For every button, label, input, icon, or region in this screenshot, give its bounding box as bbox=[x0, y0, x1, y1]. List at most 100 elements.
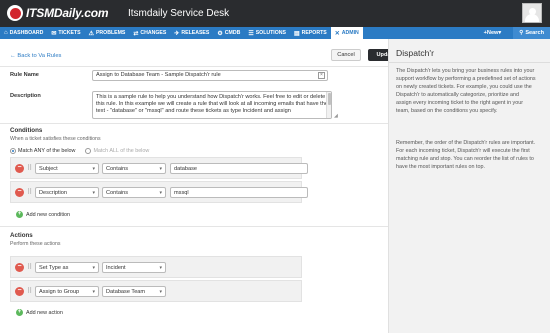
action-value: Incident bbox=[106, 264, 126, 271]
action-row: − ⠿ Set Type as ▾ Incident ▾ bbox=[10, 256, 302, 278]
match-any-radio[interactable] bbox=[10, 148, 16, 154]
nav-admin[interactable]: ✕ ADMIN bbox=[330, 27, 363, 39]
resize-handle-icon[interactable]: ◢ bbox=[334, 113, 338, 119]
help-sidebar: Dispatch'r The Dispatch'r lets you bring… bbox=[388, 39, 550, 333]
add-condition-button[interactable]: + Add new condition bbox=[16, 211, 70, 218]
match-any-option[interactable]: Match ANY of the below bbox=[10, 148, 75, 154]
search-label: Search bbox=[525, 30, 544, 36]
action-value-select[interactable]: Database Team ▾ bbox=[102, 286, 166, 297]
remove-action-icon[interactable]: − bbox=[15, 263, 24, 272]
search-icon: ⚲ bbox=[519, 30, 524, 36]
nav-reports[interactable]: ▤ REPORTS bbox=[290, 27, 331, 39]
condition-operator-select[interactable]: Contains ▾ bbox=[102, 187, 166, 198]
match-all-label: Match ALL of the below bbox=[93, 148, 150, 154]
dashboard-icon: ⌂ bbox=[4, 30, 8, 36]
clear-icon[interactable]: × bbox=[318, 72, 325, 79]
conditions-title: Conditions bbox=[10, 127, 43, 134]
chevron-down-icon: ▾ bbox=[92, 289, 95, 295]
nav-dashboard[interactable]: ⌂ DASHBOARD bbox=[0, 27, 47, 39]
nav-solutions-label: SOLUTIONS bbox=[255, 30, 286, 36]
nav-releases-label: RELEASES bbox=[181, 30, 210, 36]
add-icon: + bbox=[16, 309, 23, 316]
top-header: ITSMDaily.com Itsmdaily Service Desk bbox=[0, 0, 550, 27]
avatar-body bbox=[525, 14, 539, 22]
nav-cmdb-label: CMDB bbox=[224, 30, 241, 36]
nav-dashboard-label: DASHBOARD bbox=[9, 30, 44, 36]
main-nav: ⌂ DASHBOARD ✉ TICKETS ⚠ PROBLEMS ⇄ CHANGES ✈… bbox=[0, 27, 550, 39]
nav-tickets[interactable]: ✉ TICKETS bbox=[47, 27, 84, 39]
sidebar-paragraph: The Dispatch'r lets you bring your busin… bbox=[396, 68, 536, 114]
remove-condition-icon[interactable]: − bbox=[15, 164, 24, 173]
match-options: Match ANY of the below Match ALL of the … bbox=[10, 148, 159, 154]
chevron-down-icon: ▾ bbox=[92, 265, 95, 271]
problems-icon: ⚠ bbox=[88, 30, 94, 37]
nav-reports-label: REPORTS bbox=[301, 30, 327, 36]
drag-handle-icon[interactable]: ⠿ bbox=[27, 287, 32, 296]
action-type-value: Assign to Group bbox=[39, 288, 80, 295]
divider bbox=[0, 66, 388, 67]
actions-subtitle: Perform these actions bbox=[10, 241, 61, 247]
rule-name-value: Assign to Database Team - Sample Dispatc… bbox=[96, 72, 221, 78]
action-value-select[interactable]: Incident ▾ bbox=[102, 262, 166, 273]
drag-handle-icon[interactable]: ⠿ bbox=[27, 263, 32, 272]
chevron-down-icon: ▾ bbox=[159, 166, 162, 172]
app-title: Itsmdaily Service Desk bbox=[128, 8, 230, 19]
nav-right: +New▾ ⚲ Search bbox=[484, 27, 550, 39]
chevron-down-icon: ▾ bbox=[159, 289, 162, 295]
condition-field-value: Description bbox=[39, 189, 67, 196]
action-type-select[interactable]: Set Type as ▾ bbox=[35, 262, 99, 273]
chevron-down-icon: ▾ bbox=[92, 166, 95, 172]
reports-icon: ▤ bbox=[293, 30, 300, 37]
action-row: − ⠿ Assign to Group ▾ Database Team ▾ bbox=[10, 280, 302, 302]
drag-handle-icon[interactable]: ⠿ bbox=[27, 188, 32, 197]
nav-cmdb[interactable]: ⚙ CMDB bbox=[213, 27, 244, 39]
actions-title: Actions bbox=[10, 232, 33, 239]
condition-field-select[interactable]: Description ▾ bbox=[35, 187, 99, 198]
rule-name-input[interactable]: Assign to Database Team - Sample Dispatc… bbox=[92, 70, 328, 81]
search-button[interactable]: ⚲ Search bbox=[513, 27, 550, 39]
condition-field-value: Subject bbox=[39, 165, 58, 172]
logo-mark-icon bbox=[7, 5, 23, 21]
drag-handle-icon[interactable]: ⠿ bbox=[27, 164, 32, 173]
avatar-head bbox=[529, 8, 536, 15]
match-all-radio[interactable] bbox=[85, 148, 92, 154]
add-action-button[interactable]: + Add new action bbox=[16, 309, 63, 316]
condition-value: database bbox=[174, 165, 198, 172]
nav-problems[interactable]: ⚠ PROBLEMS bbox=[85, 27, 130, 39]
sidebar-divider bbox=[389, 62, 550, 63]
condition-value: mssql bbox=[174, 189, 189, 196]
rule-name-label: Rule Name bbox=[10, 72, 39, 78]
add-condition-label: Add new condition bbox=[26, 211, 71, 218]
nav-solutions[interactable]: ☰ SOLUTIONS bbox=[244, 27, 290, 39]
add-action-label: Add new action bbox=[26, 309, 63, 316]
logo[interactable]: ITSMDaily.com bbox=[7, 5, 109, 21]
match-all-option[interactable]: Match ALL of the below bbox=[85, 148, 149, 154]
releases-icon: ✈ bbox=[174, 30, 180, 37]
changes-icon: ⇄ bbox=[133, 30, 139, 37]
remove-condition-icon[interactable]: − bbox=[15, 188, 24, 197]
main-content: ← Back to Va Rules Cancel Update Rule Na… bbox=[0, 39, 404, 333]
condition-value-input[interactable]: mssql bbox=[170, 187, 308, 198]
nav-changes-label: CHANGES bbox=[140, 30, 167, 36]
condition-operator-select[interactable]: Contains ▾ bbox=[102, 163, 166, 174]
chevron-down-icon: ▾ bbox=[159, 190, 162, 196]
remove-action-icon[interactable]: − bbox=[15, 287, 24, 296]
cancel-button[interactable]: Cancel bbox=[331, 49, 361, 61]
condition-row: − ⠿ Description ▾ Contains ▾ mssql bbox=[10, 181, 308, 203]
cmdb-icon: ⚙ bbox=[217, 30, 223, 37]
divider bbox=[0, 226, 388, 227]
description-value: This is a sample rule to help you unders… bbox=[96, 94, 328, 114]
condition-value-input[interactable]: database bbox=[170, 163, 308, 174]
action-type-select[interactable]: Assign to Group ▾ bbox=[35, 286, 99, 297]
match-any-label: Match ANY of the below bbox=[18, 148, 76, 154]
action-type-value: Set Type as bbox=[39, 264, 69, 271]
back-to-rules-link[interactable]: ← Back to Va Rules bbox=[10, 53, 61, 59]
new-button[interactable]: +New▾ bbox=[484, 30, 502, 36]
avatar[interactable] bbox=[522, 3, 542, 23]
description-scrollbar[interactable] bbox=[326, 92, 331, 118]
nav-changes[interactable]: ⇄ CHANGES bbox=[129, 27, 170, 39]
nav-admin-label: ADMIN bbox=[341, 30, 359, 36]
description-textarea[interactable]: This is a sample rule to help you unders… bbox=[92, 91, 332, 119]
condition-field-select[interactable]: Subject ▾ bbox=[35, 163, 99, 174]
nav-releases[interactable]: ✈ RELEASES bbox=[170, 27, 213, 39]
